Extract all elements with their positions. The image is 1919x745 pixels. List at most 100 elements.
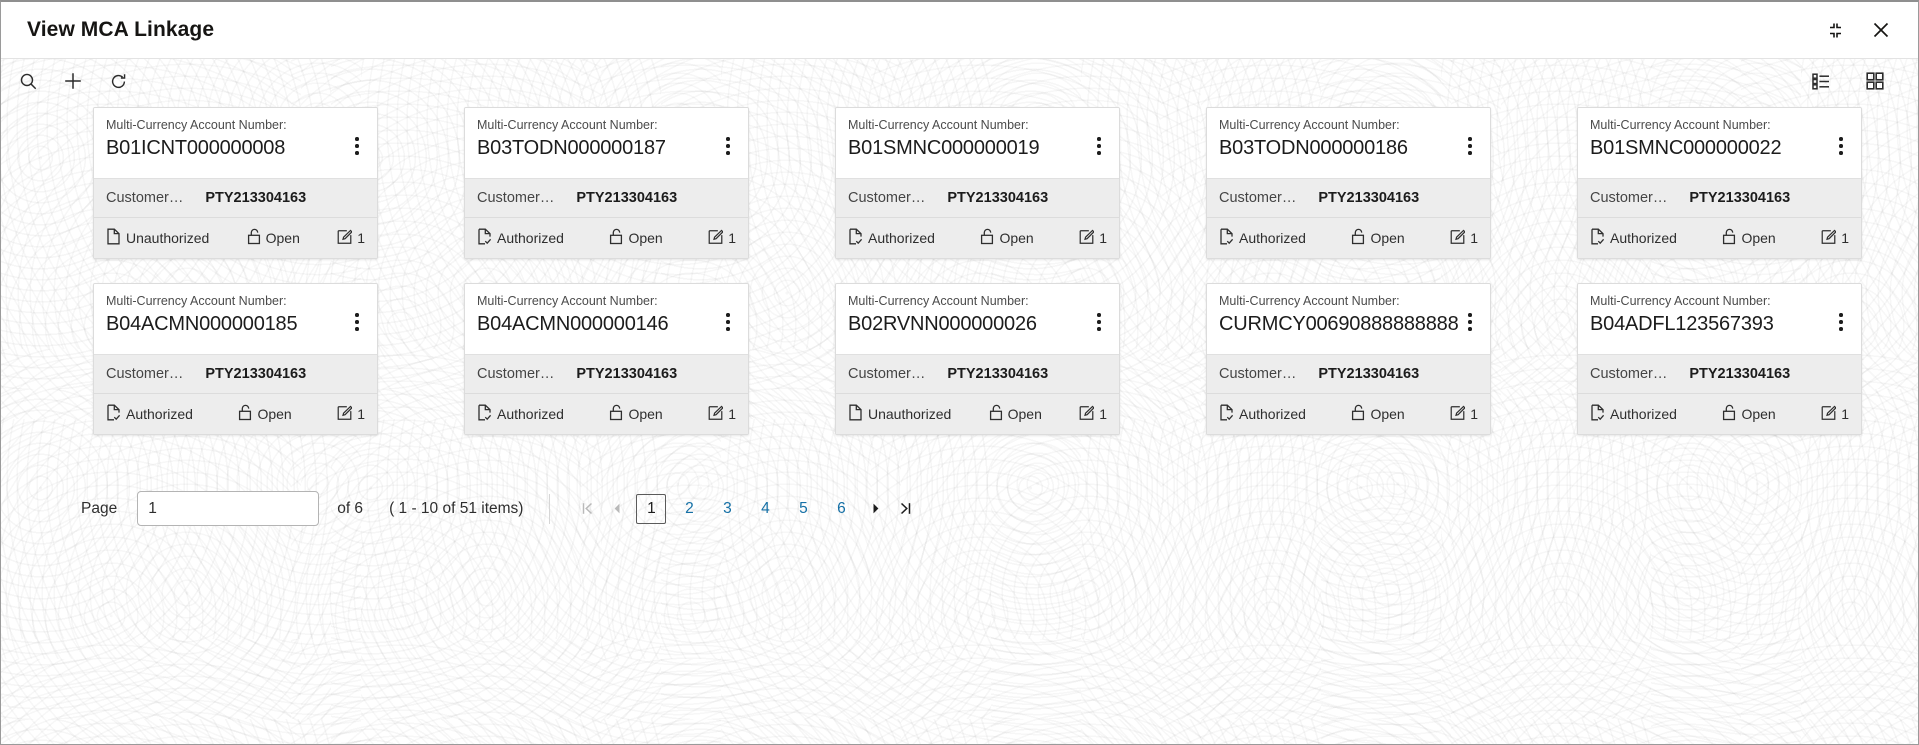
mca-card[interactable]: Multi-Currency Account Number: B03TODN000…	[464, 107, 749, 259]
open-lock-icon	[609, 404, 623, 424]
card-header: Multi-Currency Account Number: B01SMNC000…	[836, 108, 1119, 178]
card-menu-icon[interactable]	[1089, 307, 1109, 337]
card-status-row: Authorized Open 1	[1207, 217, 1490, 258]
search-icon[interactable]	[11, 64, 45, 98]
page-number-1[interactable]: 1	[636, 493, 667, 524]
customer-value: PTY213304163	[576, 366, 678, 382]
customer-label: Customer…	[106, 190, 184, 206]
collapse-icon[interactable]	[1822, 17, 1848, 43]
record-status-label: Open	[1741, 406, 1776, 422]
card-header: Multi-Currency Account Number: B04ADFL123…	[1578, 284, 1861, 354]
card-menu-icon[interactable]	[1831, 307, 1851, 337]
card-customer-row: Customer… PTY213304163	[836, 178, 1119, 217]
customer-value: PTY213304163	[576, 190, 678, 206]
card-customer-row: Customer… PTY213304163	[1578, 178, 1861, 217]
account-number-label: Multi-Currency Account Number:	[848, 118, 1029, 132]
account-number-value: B01SMNC000000019	[848, 137, 1040, 159]
mca-card[interactable]: Multi-Currency Account Number: B04ACMN000…	[464, 283, 749, 435]
page-number-input[interactable]	[137, 491, 320, 526]
page-number-2[interactable]: 2	[674, 494, 704, 524]
authorized-icon	[1219, 228, 1234, 248]
toolbar-left-group	[11, 64, 135, 98]
record-status-label: Open	[628, 406, 663, 422]
mca-card[interactable]: Multi-Currency Account Number: B04ACMN000…	[93, 283, 378, 435]
card-row: Multi-Currency Account Number: B01ICNT000…	[1, 107, 1918, 259]
mca-card[interactable]: Multi-Currency Account Number: B02RVNN000…	[835, 283, 1120, 435]
mca-card[interactable]: Multi-Currency Account Number: B04ADFL123…	[1577, 283, 1862, 435]
customer-value: PTY213304163	[947, 366, 1049, 382]
edit-icon	[1079, 229, 1095, 248]
pagination-divider	[549, 493, 551, 524]
modification-count-label: 1	[1470, 230, 1478, 246]
grid-view-icon[interactable]	[1858, 64, 1892, 98]
auth-status: Authorized	[477, 228, 564, 248]
first-page-icon[interactable]	[572, 493, 602, 525]
auth-status-label: Authorized	[1239, 406, 1306, 422]
card-menu-icon[interactable]	[718, 131, 738, 161]
edit-icon	[708, 229, 724, 248]
record-status: Open	[989, 404, 1042, 424]
edit-icon	[1821, 405, 1837, 424]
auth-status-label: Unauthorized	[126, 230, 210, 246]
card-menu-icon[interactable]	[1460, 307, 1480, 337]
edit-icon	[337, 229, 353, 248]
record-status-label: Open	[1370, 230, 1405, 246]
plus-icon[interactable]	[56, 64, 90, 98]
list-view-icon[interactable]	[1804, 64, 1838, 98]
pagination-bar: Page of 6 ( 1 - 10 of 51 items) 123456	[1, 491, 1918, 526]
mca-card[interactable]: Multi-Currency Account Number: B01SMNC000…	[1577, 107, 1862, 259]
card-menu-icon[interactable]	[347, 307, 367, 337]
mca-card[interactable]: Multi-Currency Account Number: B01ICNT000…	[93, 107, 378, 259]
card-menu-icon[interactable]	[718, 307, 738, 337]
card-header: Multi-Currency Account Number: B01ICNT000…	[94, 108, 377, 178]
previous-page-icon[interactable]	[602, 493, 632, 525]
record-status-label: Open	[265, 230, 300, 246]
account-number-value: B04ADFL123567393	[1590, 313, 1774, 335]
mca-card[interactable]: Multi-Currency Account Number: B03TODN000…	[1206, 107, 1491, 259]
mca-card[interactable]: Multi-Currency Account Number: B01SMNC000…	[835, 107, 1120, 259]
mca-card[interactable]: Multi-Currency Account Number: CURMCY0069…	[1206, 283, 1491, 435]
page-number-6[interactable]: 6	[826, 494, 856, 524]
card-header-texts: Multi-Currency Account Number: B01ICNT000…	[106, 117, 287, 162]
card-menu-icon[interactable]	[1460, 131, 1480, 161]
modification-count-label: 1	[1099, 406, 1107, 422]
page-number-3[interactable]: 3	[712, 494, 742, 524]
account-number-value: CURMCY00690888888888	[1219, 313, 1459, 335]
card-header-texts: Multi-Currency Account Number: B01SMNC000…	[848, 117, 1040, 162]
card-menu-icon[interactable]	[347, 131, 367, 161]
card-status-row: Authorized Open 1	[465, 217, 748, 258]
account-number-label: Multi-Currency Account Number:	[1219, 294, 1400, 308]
page-number-4[interactable]: 4	[750, 494, 780, 524]
record-status: Open	[247, 228, 300, 248]
card-customer-row: Customer… PTY213304163	[465, 354, 748, 393]
customer-label: Customer…	[848, 190, 926, 206]
page-number-5[interactable]: 5	[788, 494, 818, 524]
record-status: Open	[1722, 404, 1776, 424]
record-status-label: Open	[1370, 406, 1405, 422]
modification-count-label: 1	[728, 406, 736, 422]
card-menu-icon[interactable]	[1089, 131, 1109, 161]
customer-value: PTY213304163	[947, 190, 1049, 206]
edit-icon	[1821, 229, 1837, 248]
customer-label: Customer…	[1219, 190, 1297, 206]
refresh-icon[interactable]	[101, 64, 135, 98]
account-number-label: Multi-Currency Account Number:	[106, 118, 287, 132]
card-customer-row: Customer… PTY213304163	[1578, 354, 1861, 393]
card-customer-row: Customer… PTY213304163	[1207, 178, 1490, 217]
record-status: Open	[609, 228, 663, 248]
next-page-icon[interactable]	[860, 493, 890, 525]
modification-count-label: 1	[1841, 230, 1849, 246]
authorized-icon	[848, 228, 863, 248]
card-customer-row: Customer… PTY213304163	[465, 178, 748, 217]
open-lock-icon	[1351, 228, 1365, 248]
card-status-row: Authorized Open 1	[1578, 217, 1861, 258]
record-status-label: Open	[999, 230, 1034, 246]
card-customer-row: Customer… PTY213304163	[836, 354, 1119, 393]
modification-count: 1	[708, 405, 736, 424]
modification-count-label: 1	[1099, 230, 1107, 246]
modification-count: 1	[1450, 405, 1478, 424]
card-menu-icon[interactable]	[1831, 131, 1851, 161]
last-page-icon[interactable]	[890, 493, 920, 525]
card-header-texts: Multi-Currency Account Number: CURMCY0069…	[1219, 293, 1459, 338]
close-icon[interactable]	[1868, 17, 1894, 43]
